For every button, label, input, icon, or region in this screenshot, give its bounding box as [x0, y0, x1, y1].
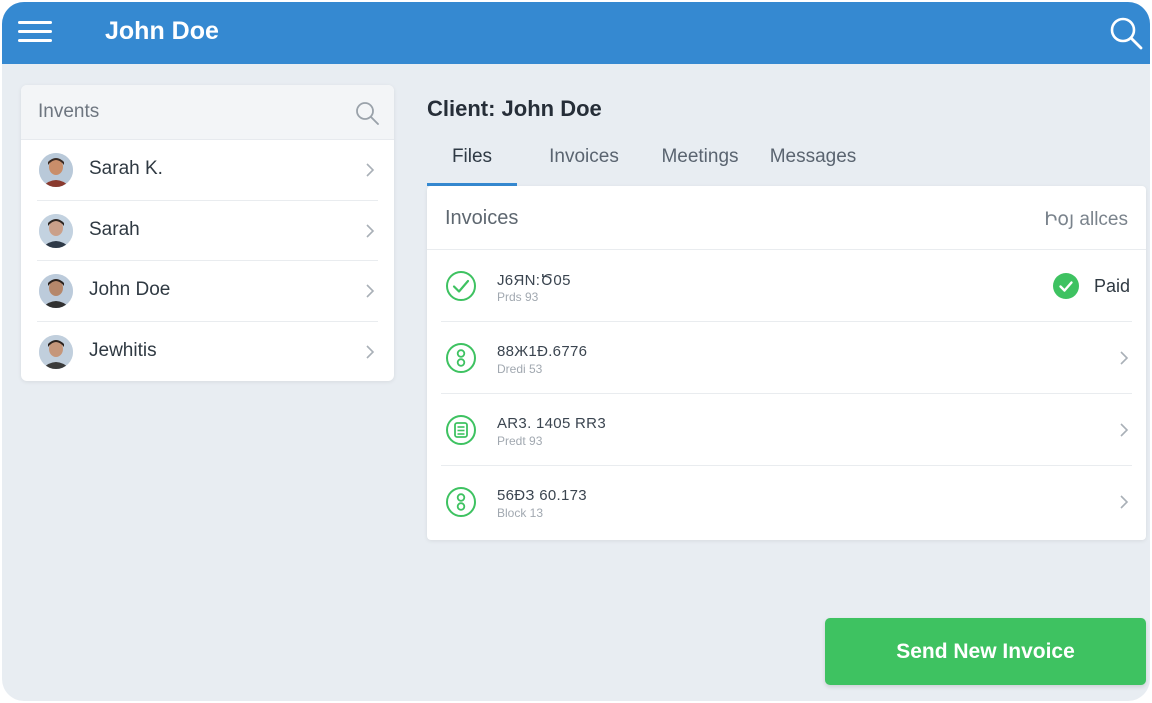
client-tabs: Files Invoices Meetings Messages	[427, 142, 869, 186]
invoice-row[interactable]: 56ÐЗ 60.173 Block 13	[441, 466, 1132, 538]
search-icon[interactable]	[354, 100, 380, 126]
chevron-right-icon	[1120, 351, 1129, 365]
invoice-subtext: Block 13	[497, 506, 544, 520]
invoice-row[interactable]: J6ЯN:Ծ05 Prds 93 Paid	[441, 250, 1132, 322]
client-list-item[interactable]: Sarah	[37, 201, 378, 261]
invoice-subtext: Prds 93	[497, 290, 539, 304]
invoice-circle-icon	[446, 343, 476, 373]
invoice-number: 88Ж1Ð.6776	[497, 343, 588, 360]
app-window: John Doe Sarah K.	[2, 2, 1150, 701]
document-list-icon	[446, 415, 476, 445]
invoice-row[interactable]: 88Ж1Ð.6776 Dredi 53	[441, 322, 1132, 394]
send-new-invoice-button[interactable]: Send New Invoice	[825, 618, 1146, 685]
tab-messages[interactable]: Messages	[757, 142, 869, 186]
invoice-row[interactable]: AR3. 1405 RR3 Predt 93	[441, 394, 1132, 466]
status-label: Paid	[1093, 275, 1130, 296]
client-name: Sarah K.	[89, 158, 163, 179]
invoice-subtext: Predt 93	[497, 434, 543, 448]
search-icon[interactable]	[1108, 15, 1144, 51]
tab-invoices[interactable]: Invoices	[517, 142, 641, 186]
client-list-item[interactable]: John Doe	[37, 261, 378, 322]
invoice-number: J6ЯN:Ծ05	[497, 272, 571, 289]
chevron-right-icon	[366, 223, 375, 238]
chevron-right-icon	[366, 163, 375, 177]
card-title: Invoices	[445, 207, 519, 229]
invoice-list-card: Invoices Իօյ allces J6ЯN:Ծ05 Prds 93 Pai…	[427, 186, 1146, 540]
client-name: John Doe	[89, 279, 171, 300]
chevron-right-icon	[1120, 423, 1129, 437]
invoice-circle-icon	[446, 487, 476, 517]
avatar	[39, 213, 73, 248]
avatar	[39, 334, 73, 369]
invoice-subtext: Dredi 53	[497, 362, 543, 376]
invoice-number: AR3. 1405 RR3	[497, 415, 606, 432]
client-list-panel: Sarah K. Sarah John	[21, 85, 394, 381]
status-badge: Paid	[1052, 273, 1130, 299]
card-header: Invoices Իօյ allces	[427, 186, 1146, 250]
client-heading: Client: John Doe	[427, 96, 602, 121]
check-filled-icon	[1052, 273, 1079, 299]
client-search-bar	[21, 85, 394, 140]
client-name: Sarah	[89, 218, 140, 240]
app-bar-title: John Doe	[105, 17, 219, 45]
client-search-input[interactable]	[21, 85, 394, 139]
tab-files[interactable]: Files	[427, 142, 517, 186]
client-name: Jewhitis	[89, 339, 157, 361]
hamburger-menu-icon[interactable]	[18, 19, 52, 45]
client-list-item[interactable]: Sarah K.	[37, 140, 378, 201]
invoice-number: 56ÐЗ 60.173	[497, 487, 587, 504]
client-list-item[interactable]: Jewhitis	[37, 322, 378, 382]
chevron-right-icon	[1120, 495, 1129, 509]
chevron-right-icon	[366, 284, 375, 298]
check-circle-icon	[446, 271, 476, 301]
top-app-bar: John Doe	[2, 2, 1150, 64]
tab-meetings[interactable]: Meetings	[645, 142, 755, 186]
avatar	[39, 153, 73, 187]
chevron-right-icon	[366, 344, 375, 359]
card-meta-text: Իօյ allces	[1044, 209, 1128, 230]
avatar	[39, 274, 73, 308]
